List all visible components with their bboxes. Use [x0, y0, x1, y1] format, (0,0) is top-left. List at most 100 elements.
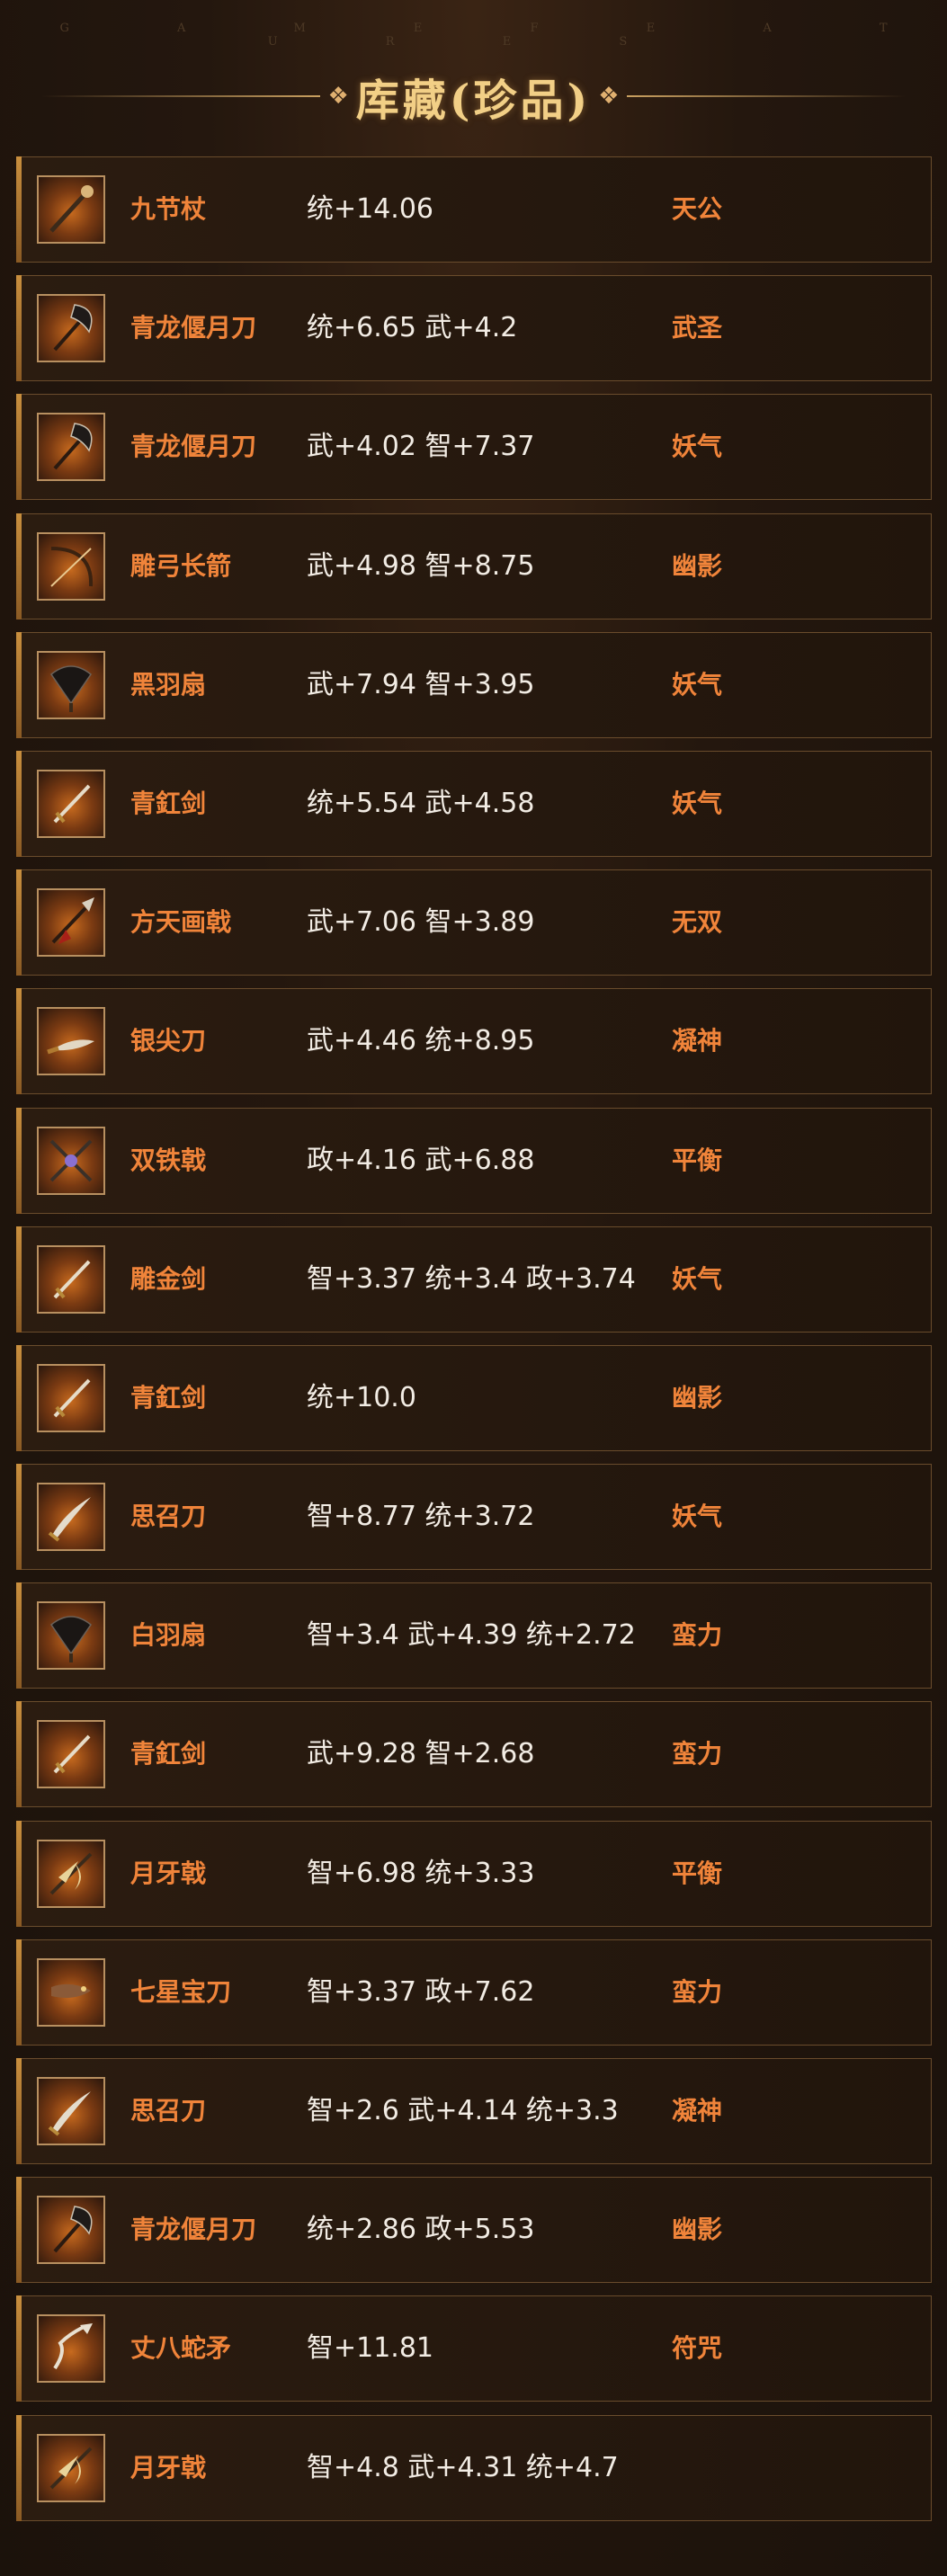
- item-row[interactable]: 雕金剑 智+3.37 统+3.4 政+3.74 妖气: [16, 1226, 932, 1333]
- item-thumbnail: [37, 2196, 105, 2265]
- item-stats: 智+11.81: [307, 2332, 434, 2365]
- item-row[interactable]: 青釭剑 统+10.0 幽影: [16, 1344, 932, 1451]
- item-tag: 幽影: [672, 1382, 723, 1413]
- item-tag: 幽影: [672, 2215, 723, 2245]
- item-name: 雕弓长箭: [130, 550, 232, 581]
- item-name: 九节杖: [130, 194, 207, 224]
- item-row[interactable]: 思召刀 智+8.77 统+3.72 妖气: [16, 1464, 932, 1571]
- saber-icon: [39, 2079, 103, 2144]
- item-tag: 妖气: [672, 432, 723, 462]
- item-row[interactable]: 九节杖 统+14.06 天公: [16, 156, 932, 263]
- item-row[interactable]: 思召刀 智+2.6 武+4.14 统+3.3 凝神: [16, 2058, 932, 2164]
- sword-icon: [39, 1247, 103, 1312]
- item-thumbnail: [37, 175, 105, 244]
- header-divider-left: [41, 95, 321, 97]
- item-name: 思召刀: [130, 2096, 207, 2126]
- item-name: 青龙偃月刀: [130, 313, 257, 343]
- crescent-halberd-icon: [39, 1841, 103, 1906]
- item-row[interactable]: 银尖刀 武+4.46 统+8.95 凝神: [16, 988, 932, 1095]
- item-list: 九节杖 统+14.06 天公 青龙偃月刀 统+6.65 武+4.2 武圣 青龙偃月刀 武+…: [16, 156, 932, 2534]
- glaive-icon: [39, 296, 103, 361]
- item-name: 思召刀: [130, 1502, 207, 1532]
- item-tag: 符咒: [672, 2333, 723, 2364]
- crescent-halberd-icon: [39, 2436, 103, 2500]
- item-tag: 凝神: [672, 2096, 723, 2126]
- item-thumbnail: [37, 1126, 105, 1195]
- item-stats: 统+2.86 政+5.53: [307, 2214, 535, 2246]
- staff-icon: [39, 177, 103, 242]
- item-tag: 蛮力: [672, 1620, 723, 1651]
- item-thumbnail: [37, 2314, 105, 2384]
- item-name: 青釭剑: [130, 1739, 207, 1769]
- item-name: 月牙戟: [130, 2452, 207, 2482]
- item-stats: 智+8.77 统+3.72: [307, 1501, 535, 1533]
- serpent-spear-icon: [39, 2316, 103, 2381]
- item-stats: 智+3.4 武+4.39 统+2.72: [307, 1619, 636, 1652]
- item-tag: 平衡: [672, 1145, 723, 1175]
- dragon-blade-icon: [39, 1960, 103, 2025]
- item-thumbnail: [37, 1957, 105, 2027]
- item-name: 雕金剑: [130, 1263, 207, 1294]
- item-row[interactable]: 青龙偃月刀 武+4.02 智+7.37 妖气: [16, 394, 932, 501]
- item-stats: 智+6.98 统+3.33: [307, 1857, 535, 1889]
- item-tag: 武圣: [672, 313, 723, 343]
- glaive-icon: [39, 2197, 103, 2262]
- item-thumbnail: [37, 1363, 105, 1432]
- item-tag: 妖气: [672, 669, 723, 700]
- crossed-halberd-icon: [39, 1128, 103, 1193]
- item-stats: 统+6.65 武+4.2: [307, 312, 518, 344]
- header-subtitle: G A M E F E A T U R E S: [59, 22, 940, 49]
- header-title-bar: ❖ 库藏(珍品) ❖: [0, 65, 947, 128]
- item-row[interactable]: 丈八蛇矛 智+11.81 符咒: [16, 2295, 932, 2402]
- item-row[interactable]: 青釭剑 武+9.28 智+2.68 蛮力: [16, 1701, 932, 1808]
- item-name: 丈八蛇矛: [130, 2333, 232, 2364]
- item-row[interactable]: 青龙偃月刀 统+6.65 武+4.2 武圣: [16, 275, 932, 382]
- item-tag: 妖气: [672, 788, 723, 818]
- item-tag: 妖气: [672, 1263, 723, 1294]
- item-stats: 统+10.0: [307, 1381, 416, 1413]
- item-stats: 武+9.28 智+2.68: [307, 1738, 535, 1770]
- ornament-left-icon: ❖: [327, 83, 349, 110]
- item-row[interactable]: 雕弓长箭 武+4.98 智+8.75 幽影: [16, 513, 932, 619]
- page-title: 库藏(珍品): [355, 76, 592, 126]
- glaive-icon: [39, 414, 103, 479]
- item-name: 青龙偃月刀: [130, 2215, 257, 2245]
- item-thumbnail: [37, 2077, 105, 2145]
- saber-icon: [39, 1484, 103, 1549]
- item-row[interactable]: 青釭剑 统+5.54 武+4.58 妖气: [16, 750, 932, 857]
- fan-icon: [39, 1603, 103, 1668]
- item-row[interactable]: 方天画戟 武+7.06 智+3.89 无双: [16, 869, 932, 976]
- item-stats: 智+4.8 武+4.31 统+4.7: [307, 2451, 619, 2483]
- item-stats: 武+4.98 智+8.75: [307, 549, 535, 582]
- item-thumbnail: [37, 1601, 105, 1671]
- item-tag: 蛮力: [672, 1976, 723, 2007]
- item-tag: 天公: [672, 194, 723, 224]
- item-stats: 统+14.06: [307, 193, 434, 225]
- item-thumbnail: [37, 888, 105, 958]
- item-name: 银尖刀: [130, 1026, 207, 1056]
- item-row[interactable]: 双铁戟 政+4.16 武+6.88 平衡: [16, 1107, 932, 1214]
- fan-icon: [39, 653, 103, 718]
- item-name: 双铁戟: [130, 1145, 207, 1175]
- item-row[interactable]: 黑羽扇 武+7.94 智+3.95 妖气: [16, 631, 932, 738]
- sword-icon: [39, 1722, 103, 1787]
- sword-icon: [39, 1366, 103, 1431]
- item-tag: 妖气: [672, 1502, 723, 1532]
- item-row[interactable]: 白羽扇 智+3.4 武+4.39 统+2.72 蛮力: [16, 1582, 932, 1689]
- item-stats: 智+3.37 政+7.62: [307, 1975, 535, 2008]
- item-row[interactable]: 七星宝刀 智+3.37 政+7.62 蛮力: [16, 1939, 932, 2046]
- item-thumbnail: [37, 413, 105, 482]
- item-tag: 平衡: [672, 1858, 723, 1888]
- item-name: 青釭剑: [130, 1382, 207, 1413]
- item-thumbnail: [37, 1720, 105, 1789]
- item-tag: 幽影: [672, 550, 723, 581]
- item-thumbnail: [37, 769, 105, 838]
- item-name: 月牙戟: [130, 1858, 207, 1888]
- halberd-icon: [39, 890, 103, 955]
- item-row[interactable]: 青龙偃月刀 统+2.86 政+5.53 幽影: [16, 2177, 932, 2284]
- item-thumbnail: [37, 531, 105, 601]
- item-row[interactable]: 月牙戟 智+6.98 统+3.33 平衡: [16, 1820, 932, 1927]
- item-stats: 武+4.46 统+8.95: [307, 1025, 535, 1057]
- item-name: 黑羽扇: [130, 669, 207, 700]
- item-row[interactable]: 月牙戟 智+4.8 武+4.31 统+4.7: [16, 2414, 932, 2521]
